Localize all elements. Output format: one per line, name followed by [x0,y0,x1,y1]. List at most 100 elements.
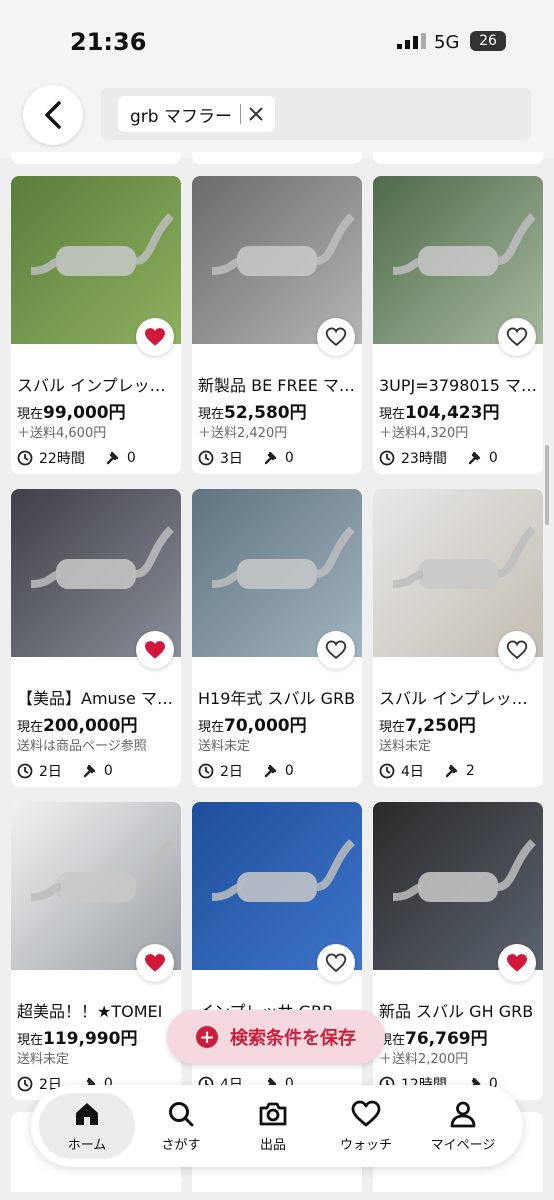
price-label: 現在 [379,720,406,735]
item-title: 新製品 BE FREE マフラー [198,376,358,395]
heart-outline-icon [506,327,528,347]
item-meta: 4日 2 [379,761,475,781]
gavel-icon [445,764,458,778]
item-price: 現在200,000円 [17,711,137,736]
gavel-icon [264,451,277,465]
time-left: 3日 [220,451,243,467]
shipping-info: 送料未定 [17,1052,70,1067]
item-photo[interactable] [192,176,362,356]
tab-label: ウォッチ [339,1137,392,1153]
bid-count: 0 [263,450,294,466]
item-price: 現在70,000円 [198,711,307,736]
back-button[interactable] [23,85,83,145]
bids-value: 0 [103,763,113,779]
shipping-info: 送料は商品ページ参照 [17,739,147,754]
tab-sell[interactable]: 出品 [225,1093,321,1159]
save-search-label: 検索条件を保存 [230,1028,356,1049]
item-card[interactable]: 超美品！！★TOMEI 現在119,990円 送料未定 2日 0 [11,802,181,1100]
shipping-info: ＋送料4,320円 [379,426,469,441]
close-icon[interactable] [249,107,263,121]
heart-outline-icon [325,953,347,973]
item-title: スバル インプレッサ GRB [379,689,539,708]
item-title: スバル インプレッサ GRB [17,376,177,395]
bids-value: 0 [488,450,498,466]
price-value: 99,000円 [43,403,126,423]
shipping-info: 送料未定 [198,739,251,754]
clock-icon [379,450,395,466]
price-value: 200,000円 [43,716,138,736]
item-title: 超美品！！★TOMEI [17,1002,163,1021]
shipping-info: ＋送料2,420円 [198,426,288,441]
price-label: 現在 [198,720,225,735]
item-price: 現在76,769円 [379,1024,488,1049]
time-left: 23時間 [401,451,447,467]
tab-search[interactable]: さがす [133,1093,229,1159]
time-left: 2日 [39,764,62,780]
price-label: 現在 [379,407,406,422]
item-title: 新品 スバル GH GRB [379,1002,534,1021]
price-value: 119,990円 [43,1029,138,1049]
scrollbar[interactable] [545,445,549,525]
battery-level: 26 [479,33,497,49]
item-card[interactable]: スバル インプレッサ GRB 現在7,250円送料未定 4日 2 [373,489,543,787]
price-value: 104,423円 [405,403,500,423]
like-button[interactable] [317,944,355,982]
item-photo[interactable] [11,176,181,356]
like-button[interactable] [136,631,174,669]
tab-label: さがす [161,1137,201,1153]
tab-home[interactable]: ホーム [39,1093,135,1159]
previous-row-edge [0,152,554,168]
item-card[interactable]: 3UPJ=3798015 マフラー現在104,423円 ＋送料4,320円 23時間… [373,176,543,474]
item-title: 3UPJ=3798015 マフラー [379,376,539,395]
price-value: 52,580円 [224,403,307,423]
time-left: 4日 [401,764,424,780]
like-button[interactable] [136,944,174,982]
shipping-info: ＋送料2,200円 [379,1052,469,1067]
item-card[interactable]: 新品 スバル GH GRB現在76,769円＋送料2,200円12時間0 [373,802,543,1100]
price-label: 現在 [17,720,44,735]
item-card[interactable]: 【美品】Amuse マフラー現在200,000円送料は商品ページ参照 2日 0 [11,489,181,787]
clock-icon [379,763,395,779]
search-query: grb マフラー [130,106,232,127]
bid-count: 2 [444,763,475,779]
like-button[interactable] [498,631,536,669]
heart-outline-icon [325,640,347,660]
chip-divider [239,104,241,124]
tab-mypage[interactable]: マイページ [415,1093,511,1159]
battery-icon: 26 [470,31,506,51]
like-button[interactable] [136,318,174,356]
item-photo[interactable] [192,802,362,982]
gavel-icon [83,764,96,778]
like-button[interactable] [317,318,355,356]
like-button[interactable] [498,318,536,356]
item-photo[interactable] [373,489,543,669]
price-value: 7,250円 [405,716,476,736]
item-photo[interactable] [11,802,181,982]
item-card[interactable]: 新製品 BE FREE マフラー現在52,580円 ＋送料2,420円 3日 0 [192,176,362,474]
status-time: 21:36 [70,28,147,56]
save-search-button[interactable]: + 検索条件を保存 [167,1010,385,1064]
search-bar[interactable]: grb マフラー [101,88,531,140]
item-card[interactable]: スバル インプレッサ GRB 現在99,000円 ＋送料4,600円 22時間 0 [11,176,181,474]
item-photo[interactable] [11,489,181,669]
heart-outline-icon [325,327,347,347]
search-chip[interactable]: grb マフラー [118,96,275,132]
gavel-icon [264,764,277,778]
heart-filled-icon [145,328,165,346]
item-meta: 3日 0 [198,448,294,468]
item-photo[interactable] [192,489,362,669]
bid-count: 0 [105,450,136,466]
tab-watch[interactable]: ウォッチ [318,1093,414,1159]
item-card[interactable]: H19年式 スバル GRB 現在70,000円 送料未定 2日 0 [192,489,362,787]
item-meta: 2日 0 [17,761,113,781]
item-photo[interactable] [373,802,543,982]
item-price: 現在7,250円 [379,711,476,736]
item-photo[interactable] [373,176,543,356]
like-button[interactable] [317,631,355,669]
tab-label: マイページ [430,1137,496,1153]
item-price: 現在119,990円 [17,1024,137,1049]
like-button[interactable] [498,944,536,982]
shipping-info: ＋送料4,600円 [17,426,107,441]
time-left: 22時間 [39,451,85,467]
bids-value: 0 [284,763,294,779]
